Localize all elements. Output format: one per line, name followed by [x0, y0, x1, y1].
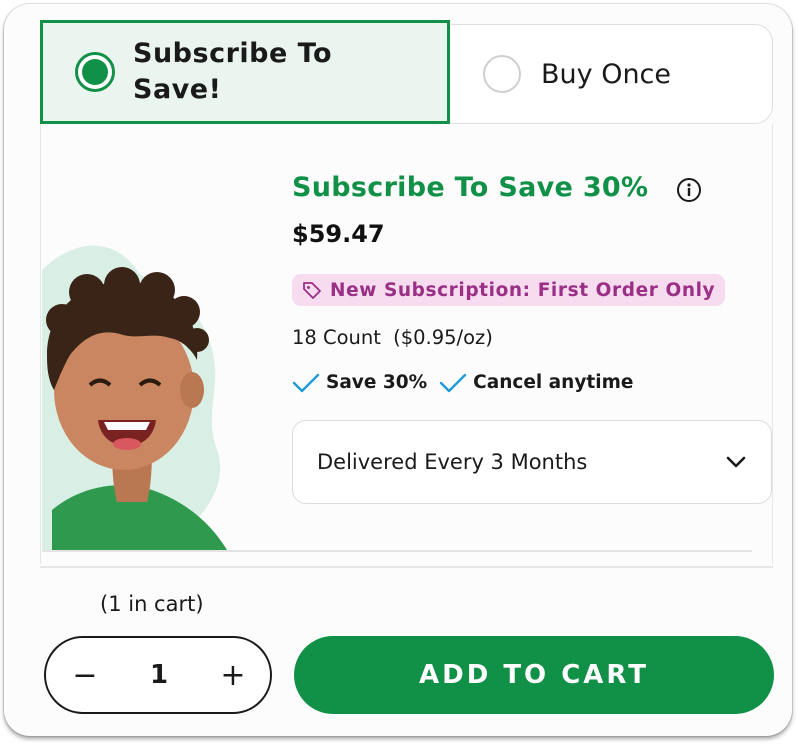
in-cart-count: (1 in cart) — [100, 592, 204, 616]
tag-icon — [303, 282, 321, 299]
perk-item: Cancel anytime — [439, 372, 633, 393]
decrease-quantity-button[interactable]: − — [60, 638, 110, 712]
subscribe-tab-label-line2: Save! — [133, 74, 222, 105]
count-text: 18 Count — [292, 326, 381, 349]
add-to-cart-button[interactable]: ADD TO CART — [294, 636, 774, 714]
perk-label: Save 30% — [326, 372, 428, 393]
quantity-stepper: − 1 + — [44, 636, 272, 714]
perk-item: Save 30% — [292, 372, 427, 393]
increase-quantity-button[interactable]: + — [208, 638, 258, 712]
buy-once-tab[interactable]: Buy Once — [451, 24, 773, 124]
check-icon — [292, 373, 320, 392]
quantity-value[interactable]: 1 — [134, 638, 184, 712]
unit-price: ($0.95/oz) — [393, 326, 493, 349]
buy-once-radio[interactable] — [483, 55, 521, 93]
perk-label: Cancel anytime — [473, 372, 634, 393]
badge-label: New Subscription: First Order Only — [330, 279, 716, 301]
product-count: 18 Count ($0.95/oz) — [292, 326, 493, 349]
product-photo-child — [42, 245, 227, 550]
check-icon — [439, 373, 467, 392]
radio-selected-dot — [82, 59, 108, 85]
subscription-perks: Save 30% Cancel anytime — [292, 372, 645, 393]
panel-bottom-border — [40, 566, 773, 568]
section-divider — [42, 550, 752, 552]
subscribe-tab-label: Subscribe To Save! — [133, 36, 332, 108]
first-order-badge: New Subscription: First Order Only — [292, 274, 726, 306]
subscribe-radio[interactable] — [75, 52, 115, 92]
subscription-title: Subscribe To Save 30% — [292, 172, 649, 203]
info-icon[interactable] — [676, 177, 702, 203]
subscribe-tab[interactable]: Subscribe To Save! — [40, 20, 450, 124]
subscribe-tab-label-line1: Subscribe To — [133, 38, 333, 69]
price: $59.47 — [292, 220, 385, 248]
buy-once-tab-label: Buy Once — [541, 58, 672, 90]
delivery-frequency-value: Delivered Every 3 Months — [317, 450, 588, 474]
chevron-down-icon — [726, 456, 746, 468]
delivery-frequency-select[interactable]: Delivered Every 3 Months — [292, 420, 772, 504]
purchase-options-card: Subscribe To Save! Buy Once Subscribe To… — [4, 4, 792, 736]
